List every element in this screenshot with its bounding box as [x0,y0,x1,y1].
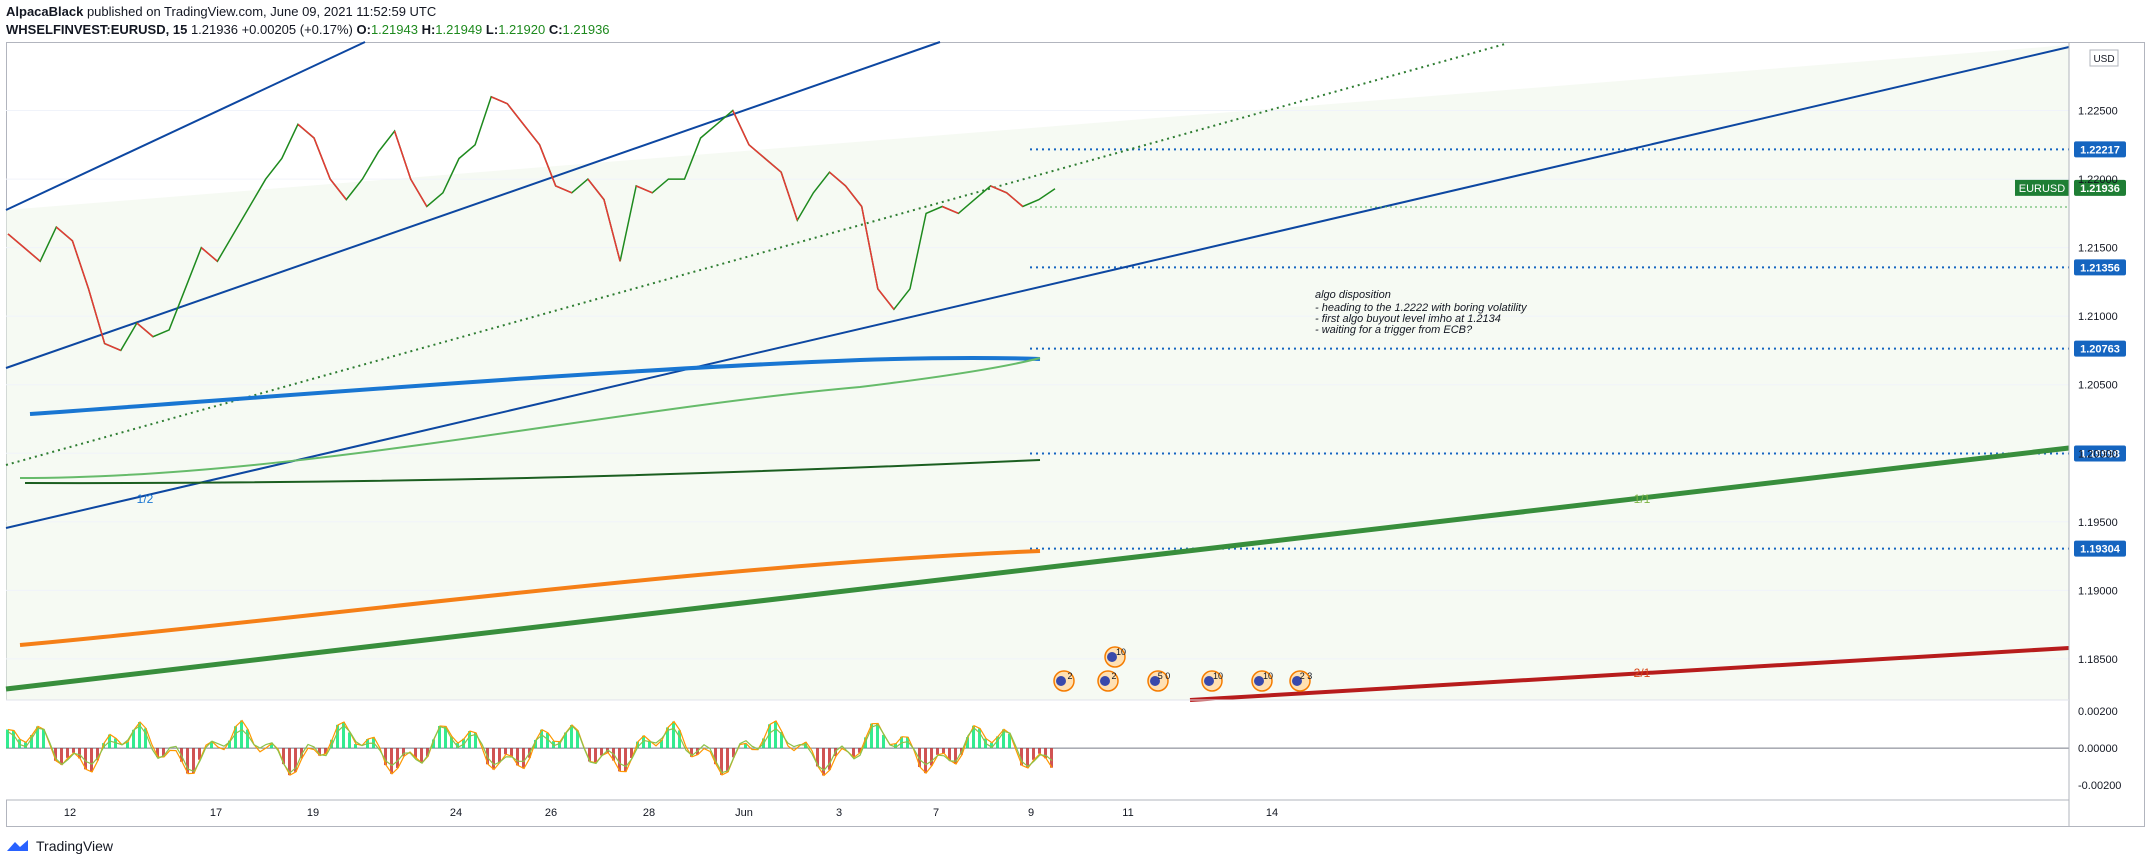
event-label-4: 10 [1213,671,1223,681]
y-tick-0: 1.22500 [2078,106,2118,118]
histogram-bar [390,748,393,774]
down-segment-46 [732,110,750,146]
price-level-label-1: 1.21356 [2080,262,2120,274]
x-tick-8: 7 [933,807,939,819]
event-flag-icon-2 [1100,676,1110,686]
x-tick-9: 9 [1028,807,1034,819]
histogram-bar [822,748,825,776]
event-flag-icon-1 [1056,676,1066,686]
down-segment-25 [393,130,412,180]
histogram-bar [396,748,399,768]
histogram-bar [90,748,93,772]
chart-canvas[interactable]: 1.222171.213561.207631.199981.19304EURUS… [0,0,2147,862]
x-tick-10: 11 [1122,807,1133,819]
histogram-bar [876,723,879,749]
histogram-bar [828,748,831,770]
fan-label-0: 1/2 [137,492,154,506]
histogram-bar [930,748,933,766]
histogram-bar [924,748,927,774]
down-segment-19 [297,123,315,139]
channel-line-top [5,41,366,211]
histogram-bar [12,730,15,749]
down-segment-33 [522,123,541,146]
osc-y-tick-1: 0.00000 [2078,743,2118,755]
osc-y-tick-0: 0.00200 [2078,706,2118,718]
y-tick-1: 1.22000 [2078,174,2118,186]
x-tick-4: 26 [545,807,557,819]
event-label-6: 2 3 [1300,671,1313,681]
tradingview-icon [7,840,28,851]
histogram-bar [672,721,675,749]
histogram-bar [420,748,423,764]
histogram-bar [774,721,777,749]
histogram-bar [510,748,513,757]
oscillator-pane [6,700,2069,800]
x-tick-11: 14 [1266,807,1278,819]
event-label-2: 2 [1111,671,1116,681]
histogram-bar [1038,748,1041,754]
x-tick-1: 17 [210,807,222,819]
price-level-label-0: 1.22217 [2080,144,2120,156]
histogram-bar [72,748,75,753]
x-tick-7: 3 [836,807,842,819]
x-tick-6: Jun [735,807,753,819]
down-segment-31 [490,96,508,105]
event-label-0: 10 [1116,647,1126,657]
histogram-bar [348,732,351,749]
osc-y-tick-2: -0.00200 [2078,780,2121,792]
y-tick-7: 1.19000 [2078,585,2118,597]
y-tick-4: 1.20500 [2078,380,2118,392]
histogram-bar [504,748,507,755]
down-segment-20 [313,137,331,180]
y-tick-3: 1.21000 [2078,311,2118,323]
currency-label: USD [2093,54,2114,65]
tradingview-logo[interactable]: TradingView [6,838,113,854]
x-tick-2: 19 [307,807,319,819]
price-level-label-2: 1.20763 [2080,344,2120,356]
brand-name: TradingView [36,838,114,854]
histogram-bar [942,748,945,754]
fan-label-1: 1/1 [1634,492,1651,506]
histogram-bar [240,720,243,749]
x-tick-5: 28 [643,807,655,819]
annotation-title: algo disposition [1315,289,1391,301]
y-tick-5: 1.20000 [2078,448,2118,460]
histogram-bar [936,748,939,755]
annotation-line-2: - waiting for a trigger from ECB? [1315,324,1473,336]
event-label-3: 5 0 [1158,671,1171,681]
x-tick-0: 12 [64,807,76,819]
histogram-bar [594,748,597,763]
background-fills [6,45,2069,800]
symbol-badge-label: EURUSD [2019,183,2066,195]
price-level-label-4: 1.19304 [2080,544,2121,556]
histogram-bar [1032,748,1035,760]
x-tick-3: 24 [450,807,462,819]
histogram-bar [522,748,525,769]
histogram-bar [624,748,627,772]
fan-label-2: 2/1 [1634,666,1651,680]
histogram-bar [66,748,69,758]
histogram-bar [492,748,495,770]
y-tick-8: 1.18500 [2078,654,2118,666]
event-label-5: 10 [1263,671,1273,681]
down-segment-32 [506,103,525,125]
y-tick-2: 1.21500 [2078,243,2118,255]
event-label-1: 2 [1067,671,1072,681]
histogram-bar [498,748,501,763]
y-tick-6: 1.19500 [2078,517,2118,529]
